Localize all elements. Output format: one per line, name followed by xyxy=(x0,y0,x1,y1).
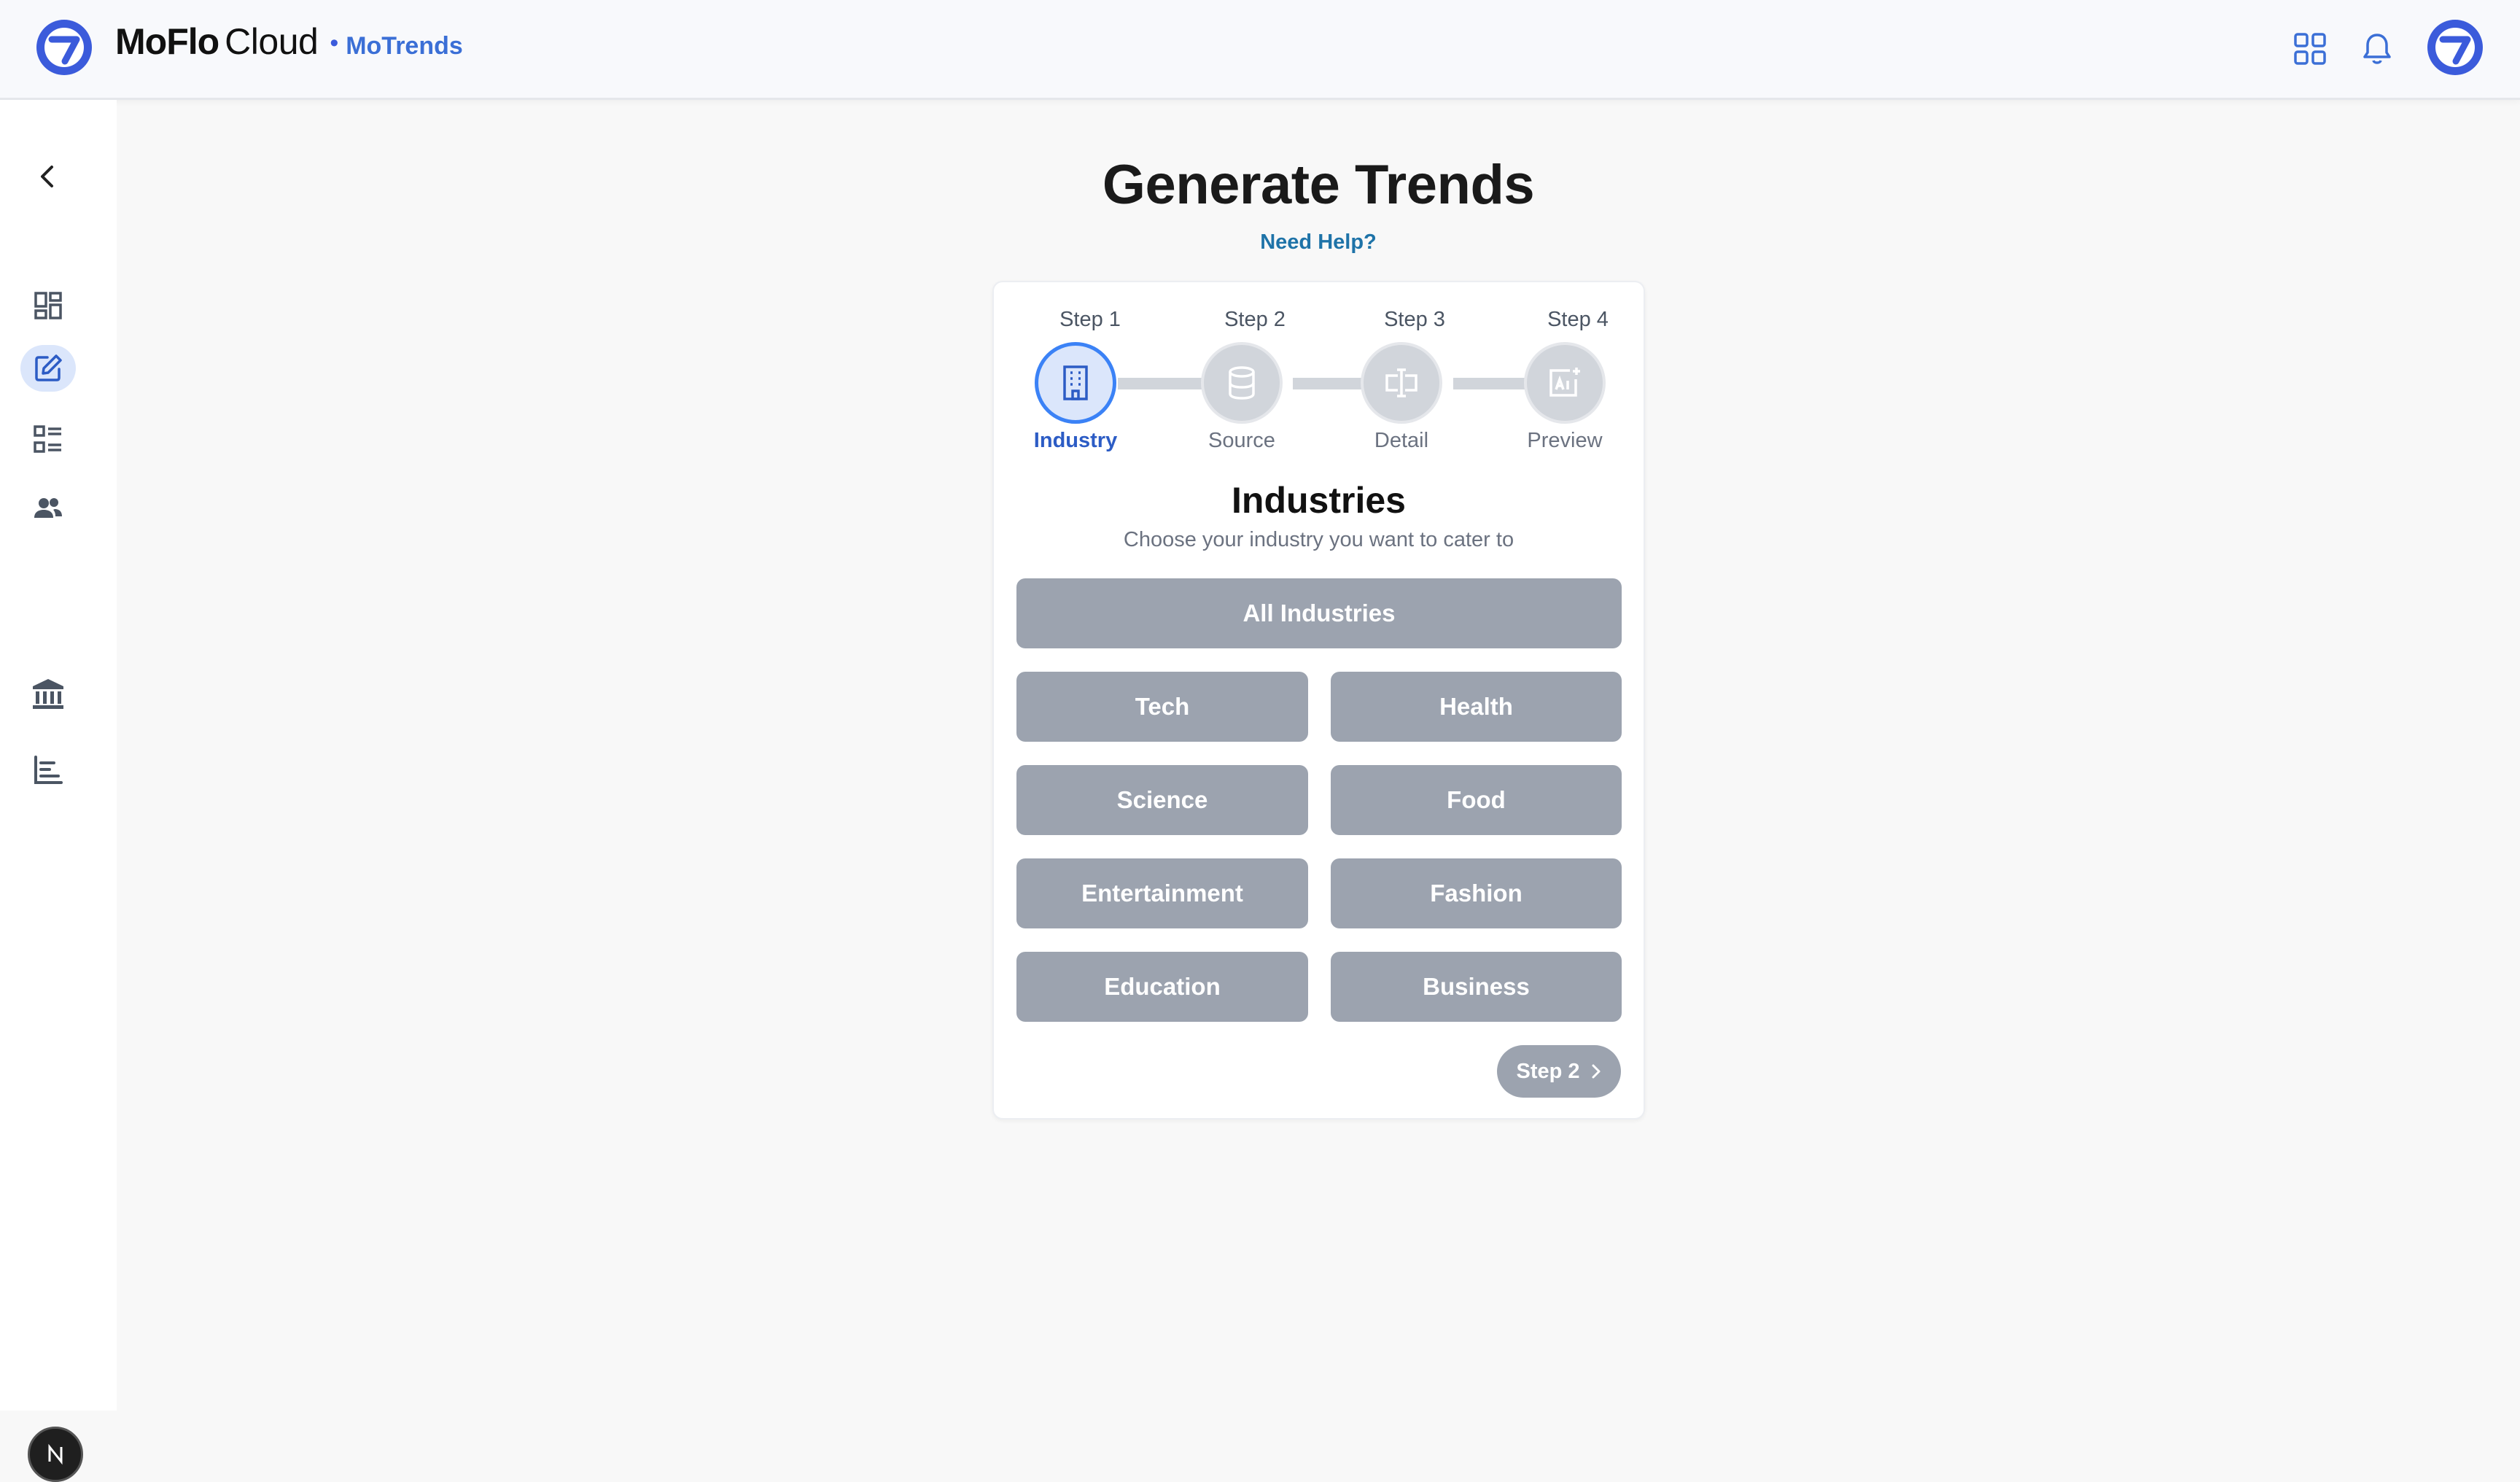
brand: MoFlo Cloud • MoTrends xyxy=(115,20,463,63)
step-connector xyxy=(1453,378,1526,389)
chevron-left-icon[interactable] xyxy=(20,153,76,200)
step-4-circle[interactable] xyxy=(1524,342,1606,424)
step-connector xyxy=(1293,378,1366,389)
section-title: Industries xyxy=(1232,480,1406,521)
n-badge[interactable] xyxy=(28,1427,83,1482)
step-name-4: Preview xyxy=(1527,429,1603,452)
step-name-2: Source xyxy=(1208,429,1275,452)
industry-option-tech[interactable]: Tech xyxy=(1016,672,1308,742)
list-icon[interactable] xyxy=(20,416,76,462)
profile-avatar[interactable] xyxy=(2425,18,2485,77)
top-bar: MoFlo Cloud • MoTrends xyxy=(0,0,2520,100)
sidebar xyxy=(0,100,117,1482)
step-1-circle[interactable] xyxy=(1035,342,1116,424)
industry-option-food[interactable]: Food xyxy=(1331,765,1622,835)
step-label-1: Step 1 xyxy=(1059,308,1121,331)
step-label-4: Step 4 xyxy=(1547,308,1609,331)
next-step-label: Step 2 xyxy=(1516,1059,1580,1083)
moflo-logo-icon[interactable] xyxy=(34,18,94,77)
section-subtitle: Choose your industry you want to cater t… xyxy=(1123,528,1514,551)
step-label-3: Step 3 xyxy=(1384,308,1445,331)
industry-option-health[interactable]: Health xyxy=(1331,672,1622,742)
brand-name-light: Cloud xyxy=(225,21,319,62)
dashboard-icon[interactable] xyxy=(20,282,76,329)
step-name-3: Detail xyxy=(1374,429,1429,452)
bell-icon[interactable] xyxy=(2356,28,2398,70)
next-step-button[interactable]: Step 2 xyxy=(1497,1045,1621,1098)
chevron-right-icon xyxy=(1592,1064,1601,1079)
industry-option-education[interactable]: Education xyxy=(1016,952,1308,1022)
ai-image-icon xyxy=(1549,368,1580,397)
wizard-card: Step 1 Step 2 Step 3 Step 4 Industry Sou… xyxy=(992,281,1645,1120)
apps-grid-icon[interactable] xyxy=(2289,28,2331,70)
edit-icon[interactable] xyxy=(20,345,76,392)
bar-chart-icon[interactable] xyxy=(20,747,76,794)
text-cursor-icon xyxy=(1385,368,1418,397)
building-icon xyxy=(1063,365,1088,400)
bank-icon[interactable] xyxy=(20,671,76,718)
all-industries-button[interactable]: All Industries xyxy=(1016,578,1622,648)
industry-option-entertainment[interactable]: Entertainment xyxy=(1016,858,1308,928)
step-2-circle[interactable] xyxy=(1201,342,1283,424)
database-icon xyxy=(1229,366,1255,400)
step-3-circle[interactable] xyxy=(1361,342,1442,424)
page-title: Generate Trends xyxy=(1102,154,1535,216)
step-label-2: Step 2 xyxy=(1224,308,1286,331)
brand-separator: • xyxy=(330,29,339,57)
industry-option-business[interactable]: Business xyxy=(1331,952,1622,1022)
industry-option-fashion[interactable]: Fashion xyxy=(1331,858,1622,928)
users-icon[interactable] xyxy=(20,486,76,532)
need-help-link[interactable]: Need Help? xyxy=(1167,230,1470,255)
step-name-1: Industry xyxy=(1033,429,1118,452)
step-connector xyxy=(1118,378,1213,389)
app-name: MoTrends xyxy=(346,32,463,60)
industry-option-science[interactable]: Science xyxy=(1016,765,1308,835)
brand-name-bold: MoFlo xyxy=(115,21,219,62)
